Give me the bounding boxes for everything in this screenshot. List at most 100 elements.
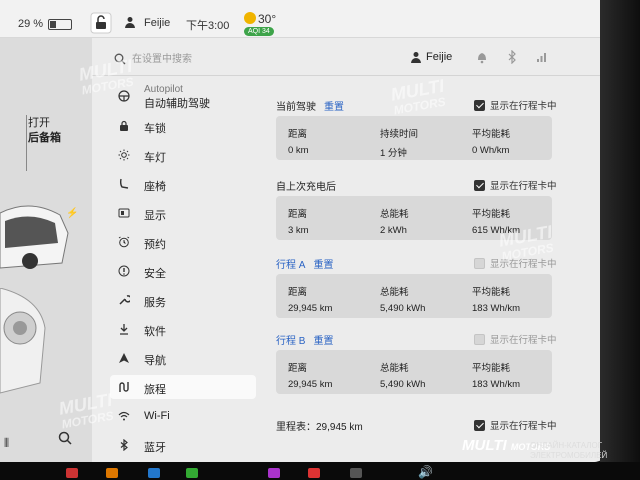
app-icon[interactable] — [148, 468, 160, 478]
bluetooth-icon[interactable] — [506, 50, 518, 64]
app-icon[interactable] — [268, 468, 280, 478]
stat-value: 2 kWh — [380, 225, 407, 236]
sidebar-item-label: 显示 — [144, 210, 166, 222]
status-bar: 29 % Feijie 下午3:00 30° AQI 34 — [0, 0, 608, 38]
charge-port-icon[interactable]: ⚡ — [66, 208, 78, 219]
checkbox-checked[interactable] — [474, 420, 485, 431]
stat-label: 距离 — [288, 363, 308, 374]
download-icon — [120, 324, 128, 335]
stat-box: 距离 0 km 持续时间 1 分钟 平均能耗 0 Wh/km — [276, 116, 552, 160]
stat-value: 5,490 kWh — [380, 379, 426, 390]
sidebar-item-label: 车锁 — [144, 123, 166, 135]
app-icon[interactable] — [308, 468, 320, 478]
app-icon[interactable] — [186, 468, 198, 478]
stat-item: 总能耗 5,490 kWh — [380, 360, 425, 390]
trunk-label-line2: 后备箱 — [28, 132, 61, 144]
checkbox-unchecked[interactable] — [474, 334, 485, 345]
stat-item: 平均能耗 183 Wh/km — [472, 360, 520, 390]
app-icon[interactable] — [66, 468, 78, 478]
app-icon[interactable] — [106, 468, 118, 478]
show-in-trip-card-toggle[interactable]: 显示在行程卡中 — [474, 98, 557, 112]
reset-trip-a-button[interactable]: 重置 — [313, 260, 333, 271]
status-user-name[interactable]: Feijie — [144, 17, 170, 29]
stat-item: 距离 29,945 km — [288, 360, 332, 390]
checkbox-label: 显示在行程卡中 — [490, 335, 557, 346]
temperature: 30° — [258, 12, 277, 26]
show-in-trip-card-toggle[interactable]: 显示在行程卡中 — [474, 332, 557, 346]
sidebar-item-label: 座椅 — [144, 181, 166, 193]
sidebar-item-label: 车灯 — [144, 152, 166, 164]
sun-icon — [244, 12, 256, 24]
sidebar-item-locks[interactable]: 车锁 — [110, 114, 256, 138]
stat-item: 平均能耗 615 Wh/km — [472, 206, 520, 236]
sidebar-item-navigation[interactable]: 导航 — [110, 346, 256, 370]
trip-title[interactable]: 行程 A — [276, 260, 305, 271]
stat-item: 总能耗 5,490 kWh — [380, 284, 425, 314]
show-in-trip-card-toggle[interactable]: 显示在行程卡中 — [474, 178, 557, 192]
sidebar-item-schedule[interactable]: 预约 — [110, 230, 256, 254]
sidebar-item-safety[interactable]: 安全 — [110, 259, 256, 283]
volume-icon[interactable]: 🔊 — [418, 465, 433, 479]
stat-label: 持续时间 — [380, 129, 419, 140]
user-icon[interactable] — [124, 16, 136, 28]
show-in-trip-card-toggle[interactable]: 显示在行程卡中 — [474, 256, 557, 270]
sidebar-item-label: 安全 — [144, 268, 166, 280]
sidebar-item-wifi[interactable]: Wi-Fi — [110, 404, 256, 428]
open-trunk-button[interactable]: 打开 后备箱 — [28, 116, 61, 146]
sidebar-item-label: Autopilot — [144, 84, 183, 95]
sidebar-item-label: 预约 — [144, 239, 166, 251]
section-title: 当前驾驶 重置 — [276, 98, 344, 114]
unlock-icon[interactable] — [90, 12, 112, 34]
checkbox-checked[interactable] — [474, 180, 485, 191]
stat-value: 0 Wh/km — [472, 145, 510, 156]
clock: 下午3:00 — [186, 20, 230, 32]
stat-item: 总能耗 2 kWh — [380, 206, 409, 236]
reset-current-button[interactable]: 重置 — [324, 102, 344, 113]
checkbox-label: 显示在行程卡中 — [490, 181, 557, 192]
bell-icon[interactable] — [476, 50, 488, 64]
sidebar-item-lights[interactable]: 车灯 — [110, 143, 256, 167]
search-icon[interactable] — [58, 431, 72, 445]
sidebar-item-label: Wi-Fi — [144, 410, 170, 422]
checkbox-label: 显示在行程卡中 — [490, 259, 557, 270]
wrench-icon — [119, 295, 130, 305]
reset-trip-b-button[interactable]: 重置 — [313, 336, 333, 347]
section-title: 自上次充电后 — [276, 178, 336, 194]
sidebar-item-label: 服务 — [144, 297, 166, 309]
user-icon[interactable] — [410, 51, 422, 63]
stat-label: 距离 — [288, 209, 308, 220]
sidebar-item-autopilot[interactable]: Autopilot 自动辅助驾驶 — [110, 84, 256, 110]
sidebar-item-bluetooth[interactable]: 蓝牙 — [110, 433, 256, 457]
checkbox-unchecked[interactable] — [474, 258, 485, 269]
trip-title: 当前驾驶 — [276, 102, 316, 113]
trip-icon — [119, 382, 129, 392]
trip-title[interactable]: 行程 B — [276, 336, 305, 347]
stat-label: 平均能耗 — [472, 287, 511, 298]
stat-label: 总能耗 — [380, 287, 409, 298]
alarm-icon — [118, 236, 130, 248]
app-icon[interactable] — [350, 468, 362, 478]
checkbox-checked[interactable] — [474, 100, 485, 111]
settings-search-input[interactable] — [132, 50, 292, 68]
sidebar-item-service[interactable]: 服务 — [110, 288, 256, 312]
stat-label: 总能耗 — [380, 363, 409, 374]
stat-value: 183 Wh/km — [472, 303, 521, 314]
sidebar-item-seats[interactable]: 座椅 — [110, 172, 256, 196]
steering-wheel-icon — [118, 90, 130, 102]
sidebar-item-display[interactable]: 显示 — [110, 201, 256, 225]
stat-box: 距离 29,945 km 总能耗 5,490 kWh 平均能耗 183 Wh/km — [276, 274, 552, 318]
stat-label: 距离 — [288, 129, 308, 140]
stat-label: 平均能耗 — [472, 363, 511, 374]
sidebar-item-software[interactable]: 软件 — [110, 317, 256, 341]
sidebar-item-label: 旅程 — [144, 384, 166, 396]
stat-value: 5,490 kWh — [380, 303, 426, 314]
watermark-footer-tag: ОНЛАЙН-КАТАЛОГ ЭЛЕКТРОМОБИЛЕЙ — [530, 441, 608, 460]
sidebar-item-label: 软件 — [144, 326, 166, 338]
trip-title: 自上次充电后 — [276, 182, 336, 193]
show-in-trip-card-toggle[interactable]: 显示在行程卡中 — [474, 418, 557, 432]
tesla-screen: 29 % Feijie 下午3:00 30° AQI 34 打开 后备箱 ⚡ ⫴… — [0, 0, 608, 462]
profile-name[interactable]: Feijie — [426, 51, 452, 63]
search-icon — [114, 53, 126, 65]
sidebar-item-trips[interactable]: 旅程 — [110, 375, 256, 399]
equalizer-icon[interactable]: ⫴ — [4, 436, 9, 451]
